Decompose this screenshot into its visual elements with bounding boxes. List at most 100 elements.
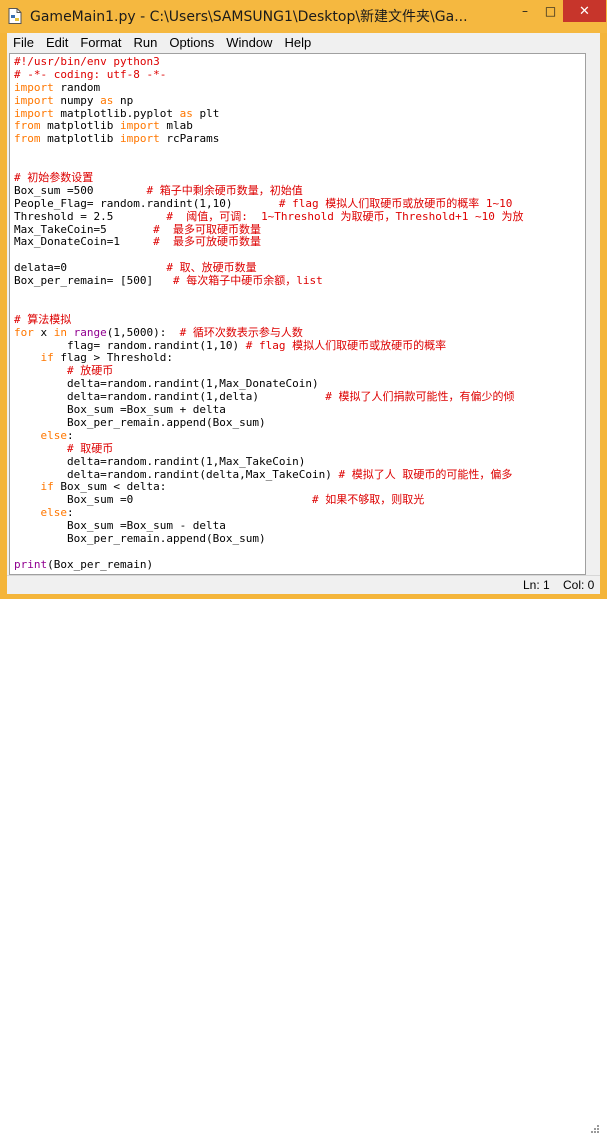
code-token: as [100, 93, 114, 107]
code-line: Box_sum =0 # 如果不够取，则取光 [14, 493, 524, 507]
code-token: # 模拟了人们捐款可能性，有偏少的倾 [325, 390, 515, 404]
code-token: from [14, 132, 41, 146]
code-line: from matplotlib import rcParams [14, 132, 524, 146]
code-token: np [113, 93, 134, 107]
code-token: numpy [53, 93, 101, 107]
code-token: Box_sum =500 [14, 183, 147, 197]
code-token: random [53, 80, 101, 94]
minimize-button[interactable]: – [512, 0, 538, 22]
code-token: matplotlib [40, 132, 120, 146]
code-token: : [67, 428, 74, 442]
code-token: # 取硬币 [66, 441, 114, 455]
code-text-area[interactable]: #!/usr/bin/env python3 # -*- coding: utf-… [14, 55, 524, 572]
code-token: Box_sum < delta: [53, 480, 167, 494]
code-token: People_Flag= random.randint(1,10) [14, 196, 279, 210]
code-token: delta=random.randint(delta,Max_TakeCoin) [14, 467, 339, 481]
code-token: if [40, 351, 54, 365]
menu-edit[interactable]: Edit [40, 33, 74, 53]
idle-editor-window: GameMain1.py - C:\Users\SAMSUNG1\Desktop… [0, 0, 607, 1133]
code-token: # 模拟了人 取硬币的可能性，偏多 [338, 467, 513, 481]
window-title: GameMain1.py - C:\Users\SAMSUNG1\Desktop… [30, 9, 468, 25]
code-token: plt [192, 106, 220, 120]
vertical-scrollbar[interactable] [586, 53, 600, 575]
code-editor[interactable]: #!/usr/bin/env python3 # -*- coding: utf-… [9, 53, 586, 575]
menu-bar: File Edit Format Run Options Window Help [7, 33, 600, 53]
code-token: import [119, 132, 160, 146]
code-token: # 算法模拟 [14, 312, 72, 326]
code-token: matplotlib.pyplot [53, 106, 180, 120]
menu-run[interactable]: Run [128, 33, 164, 53]
code-line: Box_per_remain= [500] # 每次箱子中硬币余额，list [14, 274, 524, 288]
code-token: # 每次箱子中硬币余额，list [172, 274, 323, 288]
code-token: # 最多可放硬币数量 [153, 235, 261, 249]
code-token: matplotlib [40, 119, 120, 133]
code-token: range [73, 325, 107, 339]
code-token: (Box_per_remain) [47, 557, 154, 571]
code-token: # 循环次数表示参与人数 [179, 325, 303, 339]
maximize-button[interactable]: □ [538, 0, 563, 22]
code-token: # flag 模拟人们取硬币或放硬币的概率 [245, 338, 447, 352]
code-token: # -*- coding: utf-8 -*- [14, 67, 167, 81]
code-token: # 初始参数设置 [14, 171, 94, 185]
code-token: : [67, 506, 74, 520]
cursor-column-indicator: Col: 0 [563, 578, 595, 592]
code-token: import [119, 119, 160, 133]
python-file-icon [8, 8, 22, 24]
menu-help[interactable]: Help [278, 33, 317, 53]
code-token: flag > Threshold: [53, 351, 173, 365]
code-token: Box_sum =Box_sum - delta [14, 519, 226, 533]
code-line: Box_per_remain.append(Box_sum) [14, 531, 524, 546]
close-button[interactable]: ✕ [563, 0, 606, 22]
code-token: delta=random.randint(1,delta) [14, 390, 326, 404]
code-token: # 箱子中剩余硬币数量，初始值 [146, 183, 303, 197]
code-token: Box_per_remain.append(Box_sum) [14, 415, 266, 429]
menu-window[interactable]: Window [220, 33, 278, 53]
code-line: Box_per_remain.append(Box_sum) [14, 415, 524, 430]
code-token: # 放硬币 [66, 364, 114, 378]
menu-options[interactable]: Options [163, 33, 220, 53]
code-token: # flag 模拟人们取硬币或放硬币的概率 1~10 [278, 196, 513, 210]
code-token: (1,5000): [106, 325, 180, 339]
title-bar[interactable]: GameMain1.py - C:\Users\SAMSUNG1\Desktop… [0, 0, 607, 33]
code-token: delata=0 [14, 261, 167, 275]
code-token: rcParams [159, 132, 220, 146]
code-token: # 如果不够取，则取光 [312, 493, 425, 507]
resize-grip-icon[interactable] [590, 1124, 600, 1134]
status-bar: Ln: 1 Col: 0 [7, 575, 600, 1133]
code-token: delta=random.randint(1,Max_DonateCoin) [14, 377, 319, 391]
code-token: import [14, 106, 54, 120]
cursor-line-indicator: Ln: 1 [523, 578, 550, 592]
menu-format[interactable]: Format [74, 33, 127, 53]
code-token: flag= random.randint(1,10) [14, 338, 246, 352]
code-token: Max_TakeCoin=5 [14, 222, 154, 236]
code-token: Max_DonateCoin=1 [14, 235, 154, 249]
menu-file[interactable]: File [7, 33, 40, 53]
code-token: else [40, 506, 68, 520]
code-token: mlab [159, 119, 193, 133]
code-token: Box_per_remain= [500] [14, 274, 173, 288]
code-token: as [179, 106, 193, 120]
code-token: # 阈值，可调: 1~Threshold 为取硬币，Threshold+1 ~1… [166, 209, 524, 223]
code-token: delta=random.randint(1,Max_TakeCoin) [14, 454, 306, 468]
code-token: for [14, 325, 34, 339]
code-token: # 取、放硬币数量 [166, 261, 257, 275]
code-token: Box_per_remain.append(Box_sum) [14, 531, 266, 545]
code-token: #!/usr/bin/env python3 [14, 55, 160, 68]
code-token: x [33, 325, 54, 339]
code-token: Threshold = 2.5 [14, 209, 167, 223]
code-line: Max_DonateCoin=1 # 最多可放硬币数量 [14, 236, 524, 249]
code-line: print(Box_per_remain) [14, 557, 524, 572]
code-token: # 最多可取硬币数量 [153, 222, 261, 236]
code-token: import [14, 93, 54, 107]
code-token: from [14, 119, 41, 133]
code-token: print [14, 557, 48, 571]
